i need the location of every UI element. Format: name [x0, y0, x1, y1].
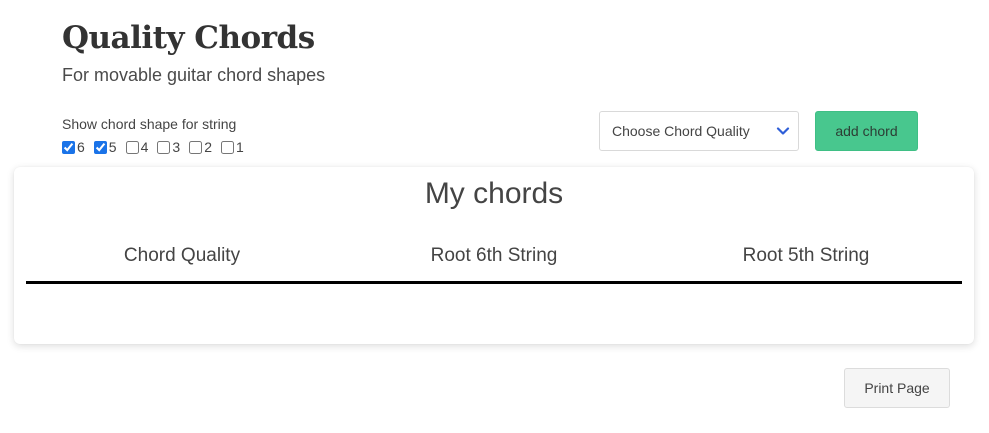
column-header-root-5th-string: Root 5th String	[742, 245, 870, 266]
chevron-down-icon	[776, 124, 790, 141]
chord-quality-select-value: Choose Chord Quality	[612, 123, 750, 139]
string-option-5[interactable]: 5	[93, 139, 117, 155]
page: Quality Chords For movable guitar chord …	[0, 0, 989, 433]
page-title: Quality Chords	[62, 20, 315, 56]
add-chord-button[interactable]: add chord	[815, 111, 918, 151]
chord-quality-select[interactable]: Choose Chord Quality	[599, 111, 799, 151]
print-page-button[interactable]: Print Page	[844, 368, 950, 408]
page-subtitle: For movable guitar chord shapes	[62, 65, 326, 85]
string-5-label: 5	[108, 139, 117, 155]
string-5-checkbox[interactable]	[93, 140, 107, 154]
string-option-4[interactable]: 4	[125, 139, 149, 155]
string-selector: 6 5 4 3 2 1	[62, 139, 244, 155]
column-header-chord-quality: Chord Quality	[123, 245, 241, 266]
string-2-checkbox[interactable]	[189, 140, 203, 154]
string-option-2[interactable]: 2	[189, 139, 212, 155]
string-6-checkbox[interactable]	[62, 140, 75, 154]
string-option-3[interactable]: 3	[157, 139, 180, 155]
string-4-label: 4	[140, 139, 149, 155]
column-header-root-6th-string: Root 6th String	[430, 245, 558, 266]
string-selector-label: Show chord shape for string	[62, 116, 237, 132]
string-1-label: 1	[235, 139, 244, 155]
string-option-6[interactable]: 6	[62, 139, 85, 155]
string-6-label: 6	[77, 139, 85, 155]
my-chords-card: My chords Chord Quality Root 6th String …	[14, 167, 974, 344]
string-1-checkbox[interactable]	[220, 140, 234, 154]
string-option-1[interactable]: 1	[220, 139, 244, 155]
string-3-checkbox[interactable]	[157, 140, 171, 154]
string-2-label: 2	[204, 139, 212, 155]
table-header-divider	[26, 281, 962, 284]
my-chords-title: My chords	[424, 177, 564, 210]
string-4-checkbox[interactable]	[125, 140, 139, 154]
string-3-label: 3	[172, 139, 181, 155]
